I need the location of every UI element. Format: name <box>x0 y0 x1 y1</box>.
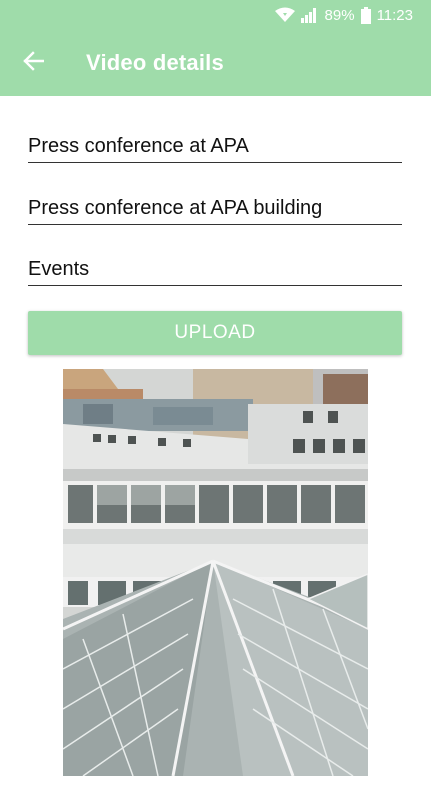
battery-percent: 89% <box>324 6 355 24</box>
battery-icon <box>360 6 371 24</box>
status-bar: 89% 11:23 <box>0 0 431 30</box>
description-field-container <box>28 197 402 225</box>
signal-icon <box>300 7 319 23</box>
category-input[interactable] <box>28 258 402 281</box>
title-input[interactable] <box>28 135 402 158</box>
clock: 11:23 <box>376 6 413 24</box>
category-field-container <box>28 258 402 286</box>
arrow-left-icon <box>22 50 45 76</box>
app-bar: Video details <box>0 30 431 96</box>
page-title: Video details <box>86 50 224 75</box>
description-input[interactable] <box>28 197 402 220</box>
upload-button[interactable]: UPLOAD <box>28 311 402 355</box>
title-field-container <box>28 135 402 163</box>
video-thumbnail <box>63 369 368 776</box>
wifi-icon <box>274 7 295 23</box>
back-button[interactable] <box>0 30 66 96</box>
